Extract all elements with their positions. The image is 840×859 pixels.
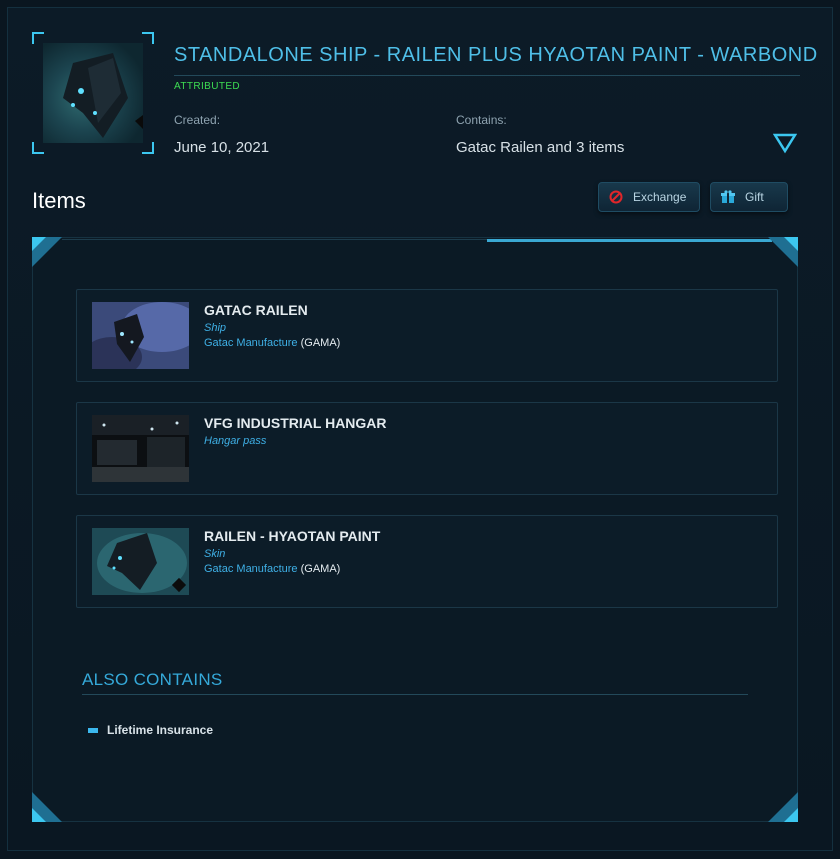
- frame-corner: [142, 32, 154, 44]
- ship-image: [92, 302, 189, 369]
- ship-image: [43, 43, 143, 143]
- panel-accent-line: [487, 239, 772, 242]
- created-value: June 10, 2021: [174, 139, 270, 156]
- manufacturer-code: (GAMA): [300, 563, 341, 575]
- item-name: RAILEN - HYAOTAN PAINT: [204, 528, 381, 544]
- manufacturer-code: (GAMA): [300, 337, 341, 349]
- created-label: Created:: [174, 113, 221, 127]
- forbidden-icon: [609, 190, 623, 204]
- expand-chevron-icon[interactable]: [772, 132, 798, 154]
- items-heading: Items: [32, 188, 86, 213]
- manufacturer-name[interactable]: Gatac Manufacture: [204, 563, 298, 575]
- manufacturer-name[interactable]: Gatac Manufacture: [204, 337, 298, 349]
- also-contains-label: Lifetime Insurance: [107, 723, 214, 737]
- gift-button[interactable]: Gift: [710, 182, 788, 212]
- corner-decoration: [768, 792, 798, 822]
- corner-decoration: [32, 237, 62, 267]
- corner-decoration: [768, 237, 798, 267]
- status-badge: ATTRIBUTED: [174, 81, 241, 92]
- hangar-image: [92, 415, 189, 482]
- item-type: Ship: [204, 322, 227, 334]
- corner-decoration: [32, 792, 62, 822]
- divider: [62, 239, 487, 240]
- gift-label: Gift: [745, 190, 764, 204]
- item-name: VFG INDUSTRIAL HANGAR: [204, 415, 387, 431]
- exchange-label: Exchange: [633, 190, 687, 204]
- bullet-icon: [88, 727, 98, 733]
- pledge-thumbnail[interactable]: [32, 32, 154, 154]
- paint-image: [92, 528, 189, 595]
- item-type: Hangar pass: [204, 435, 267, 447]
- list-item[interactable]: GATAC RAILEN Ship Gatac Manufacture (GAM…: [76, 289, 778, 382]
- exchange-button[interactable]: Exchange: [598, 182, 700, 212]
- list-item[interactable]: VFG INDUSTRIAL HANGAR Hangar pass: [76, 402, 778, 495]
- also-contains-item: Lifetime Insurance: [88, 723, 213, 737]
- item-name: GATAC RAILEN: [204, 302, 308, 318]
- gift-box-icon: [721, 190, 735, 204]
- item-manufacturer: Gatac Manufacture (GAMA): [204, 563, 340, 575]
- contains-value: Gatac Railen and 3 items: [456, 139, 625, 156]
- frame-corner: [32, 142, 44, 154]
- item-type: Skin: [204, 548, 226, 560]
- item-manufacturer: Gatac Manufacture (GAMA): [204, 337, 340, 349]
- pledge-title: STANDALONE SHIP - RAILEN PLUS HYAOTAN PA…: [174, 44, 817, 76]
- list-item[interactable]: RAILEN - HYAOTAN PAINT Skin Gatac Manufa…: [76, 515, 778, 608]
- contains-label: Contains:: [456, 113, 507, 127]
- also-contains-heading: ALSO CONTAINS: [82, 670, 748, 695]
- frame-corner: [142, 142, 154, 154]
